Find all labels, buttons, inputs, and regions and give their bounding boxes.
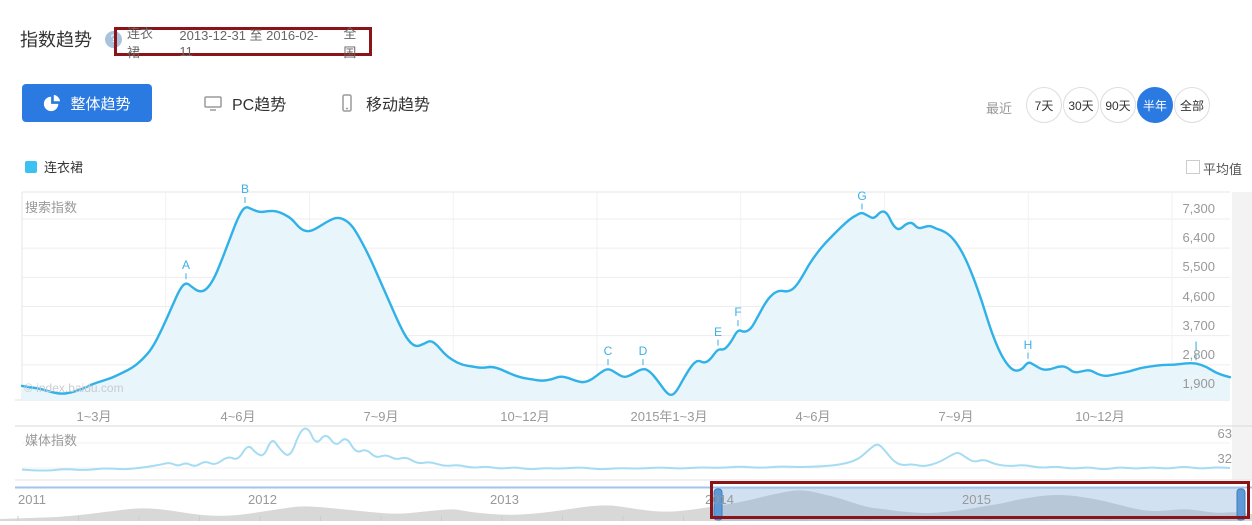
year-label-2011: 2011 (18, 492, 46, 507)
x-axis-label: 7~9月 (886, 406, 1026, 425)
watermark: © index.baidu.com (24, 381, 124, 395)
y-tick-label: 4,600 (1125, 289, 1215, 304)
search-grid (15, 192, 1230, 400)
tab-label: PC趋势 (232, 91, 286, 115)
range-7d-button[interactable]: 7天 (1026, 87, 1062, 123)
media-index-title: 媒体指数 (25, 430, 77, 449)
y-tick-label: 1,900 (1125, 376, 1215, 391)
y-tick-label: 5,500 (1125, 259, 1215, 274)
search-trend-line (22, 207, 1230, 395)
right-gutter (1232, 192, 1252, 480)
keyword-text: 连衣裙 (127, 23, 165, 61)
range-all-button[interactable]: 全部 (1174, 87, 1210, 123)
average-label: 平均值 (1203, 159, 1242, 178)
annotation-label-H: H (1018, 338, 1038, 352)
annotation-label-E: E (708, 325, 728, 339)
date-range-text: 2013-12-31 至 2016-02-11 (179, 25, 329, 59)
annotation-label-A: A (176, 258, 196, 272)
annotation-label-B: B (235, 182, 255, 196)
timeline-handle-left[interactable] (714, 489, 722, 520)
charts-canvas (0, 0, 1252, 525)
tab-overall-trend[interactable]: 整体趋势 (22, 84, 152, 122)
annotation-label-I: I (1186, 339, 1206, 353)
media-y-tick-label: 32 (1132, 451, 1232, 466)
search-index-title: 搜索指数 (25, 197, 77, 216)
annotation-label-C: C (598, 344, 618, 358)
y-tick-label: 2,800 (1125, 347, 1215, 362)
y-tick-label: 6,400 (1125, 230, 1215, 245)
year-label-2013: 2013 (490, 492, 519, 507)
x-axis-label: 7~9月 (311, 406, 451, 425)
x-axis-label: 1~3月 (24, 406, 164, 425)
tab-mobile-trend[interactable]: 移动趋势 (337, 85, 430, 121)
y-tick-label: 7,300 (1125, 201, 1215, 216)
x-axis-label: 10~12月 (455, 406, 595, 425)
x-axis-label: 4~6月 (168, 406, 308, 425)
monitor-icon (203, 93, 223, 113)
keyword-annotation-box: 连衣裙 2013-12-31 至 2016-02-11 全国 (114, 27, 372, 56)
range-half-year-button[interactable]: 半年 (1137, 87, 1173, 123)
x-axis-label: 4~6月 (743, 406, 883, 425)
annotation-label-D: D (633, 344, 653, 358)
year-label-2012: 2012 (248, 492, 277, 507)
legend-keyword-label[interactable]: 连衣裙 (44, 157, 83, 176)
average-checkbox[interactable] (1186, 160, 1200, 174)
range-30d-button[interactable]: 30天 (1063, 87, 1099, 123)
annotation-label-F: F (728, 305, 748, 319)
tab-label: 整体趋势 (70, 93, 130, 114)
chart-labels-layer: A B C D EF G H I 7,300 6,400 5,500 4,600 3,700 2,800 1… (0, 0, 1252, 525)
baidu-index-page: A B C D EF G H I 7,300 6,400 5,500 4,600 3,700 2,800 1… (0, 0, 1252, 525)
x-axis-label: 10~12月 (1030, 406, 1170, 425)
media-trend-line (22, 429, 1230, 471)
tab-pc-trend[interactable]: PC趋势 (203, 85, 286, 121)
annotation-label-G: G (852, 189, 872, 203)
timeline-handle-right[interactable] (1237, 489, 1245, 520)
region-text: 全国 (343, 23, 369, 61)
tab-label: 移动趋势 (366, 91, 430, 115)
range-90d-button[interactable]: 90天 (1100, 87, 1136, 123)
legend-swatch[interactable] (25, 161, 37, 173)
range-prefix-label: 最近 (986, 98, 1012, 117)
timeline-selection[interactable] (718, 488, 1241, 521)
page-title: 指数趋势 (20, 26, 92, 52)
media-y-tick-label: 63 (1132, 426, 1232, 441)
search-trend-area (22, 207, 1230, 400)
x-axis-label: 2015年1~3月 (599, 406, 739, 425)
y-tick-label: 3,700 (1125, 318, 1215, 333)
smartphone-icon (337, 93, 357, 113)
pie-chart-icon (43, 94, 61, 112)
